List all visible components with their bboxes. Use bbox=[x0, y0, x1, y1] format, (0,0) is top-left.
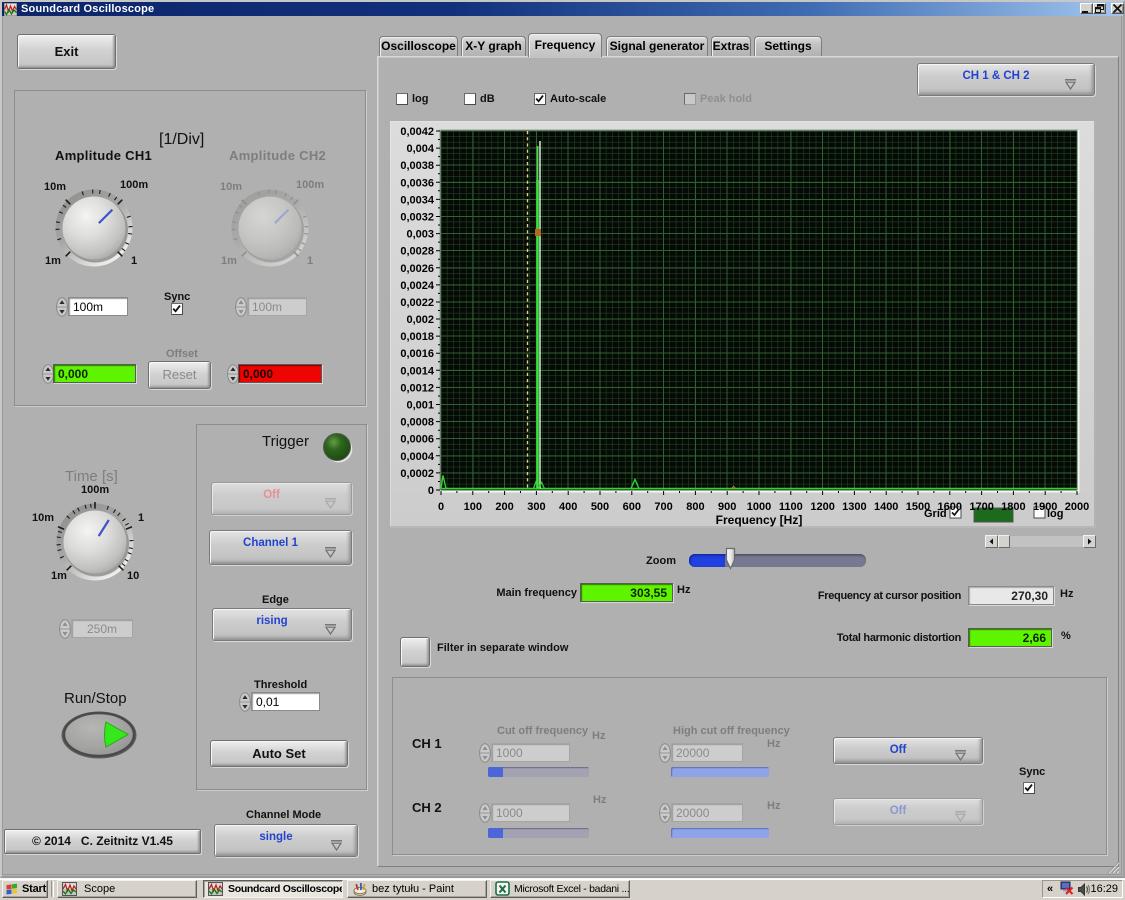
svg-text:Grid: Grid bbox=[924, 508, 947, 520]
svg-text:0,0038: 0,0038 bbox=[400, 160, 434, 172]
svg-text:1200: 1200 bbox=[810, 501, 834, 513]
svg-text:log: log bbox=[1047, 508, 1064, 520]
svg-text:0,0034: 0,0034 bbox=[400, 194, 435, 206]
svg-text:800: 800 bbox=[686, 501, 704, 513]
svg-text:0,004: 0,004 bbox=[406, 143, 434, 155]
svg-text:300: 300 bbox=[527, 501, 545, 513]
svg-text:100: 100 bbox=[464, 501, 482, 513]
svg-text:0,0022: 0,0022 bbox=[400, 297, 434, 309]
svg-text:0,0002: 0,0002 bbox=[400, 468, 434, 480]
svg-text:0,0026: 0,0026 bbox=[400, 263, 434, 275]
svg-text:0,0024: 0,0024 bbox=[400, 280, 435, 292]
svg-text:0,002: 0,002 bbox=[406, 314, 434, 326]
svg-text:200: 200 bbox=[495, 501, 513, 513]
svg-text:0,0028: 0,0028 bbox=[400, 246, 434, 258]
svg-text:0,0006: 0,0006 bbox=[400, 434, 434, 446]
svg-text:1300: 1300 bbox=[842, 501, 866, 513]
svg-text:0,0018: 0,0018 bbox=[400, 331, 434, 343]
svg-text:0,003: 0,003 bbox=[406, 229, 434, 241]
svg-text:0,0032: 0,0032 bbox=[400, 212, 434, 224]
svg-text:1400: 1400 bbox=[874, 501, 898, 513]
svg-text:1000: 1000 bbox=[747, 501, 771, 513]
svg-text:0: 0 bbox=[438, 501, 444, 513]
svg-text:0,0014: 0,0014 bbox=[400, 365, 435, 377]
svg-text:0,0004: 0,0004 bbox=[400, 451, 435, 463]
svg-text:1100: 1100 bbox=[779, 501, 803, 513]
svg-text:600: 600 bbox=[623, 501, 641, 513]
svg-text:700: 700 bbox=[654, 501, 672, 513]
svg-text:0: 0 bbox=[428, 485, 434, 497]
svg-text:900: 900 bbox=[718, 501, 736, 513]
svg-text:1700: 1700 bbox=[969, 501, 993, 513]
svg-text:0,0036: 0,0036 bbox=[400, 177, 434, 189]
svg-text:Frequency [Hz]: Frequency [Hz] bbox=[716, 513, 803, 527]
svg-text:0,0016: 0,0016 bbox=[400, 348, 434, 360]
svg-text:500: 500 bbox=[591, 501, 609, 513]
svg-text:0,0012: 0,0012 bbox=[400, 382, 434, 394]
svg-text:1800: 1800 bbox=[1001, 501, 1025, 513]
svg-text:0,001: 0,001 bbox=[406, 400, 434, 412]
svg-text:400: 400 bbox=[559, 501, 577, 513]
svg-text:0,0008: 0,0008 bbox=[400, 417, 434, 429]
svg-text:2000: 2000 bbox=[1065, 501, 1089, 513]
svg-text:0,0042: 0,0042 bbox=[400, 126, 434, 138]
